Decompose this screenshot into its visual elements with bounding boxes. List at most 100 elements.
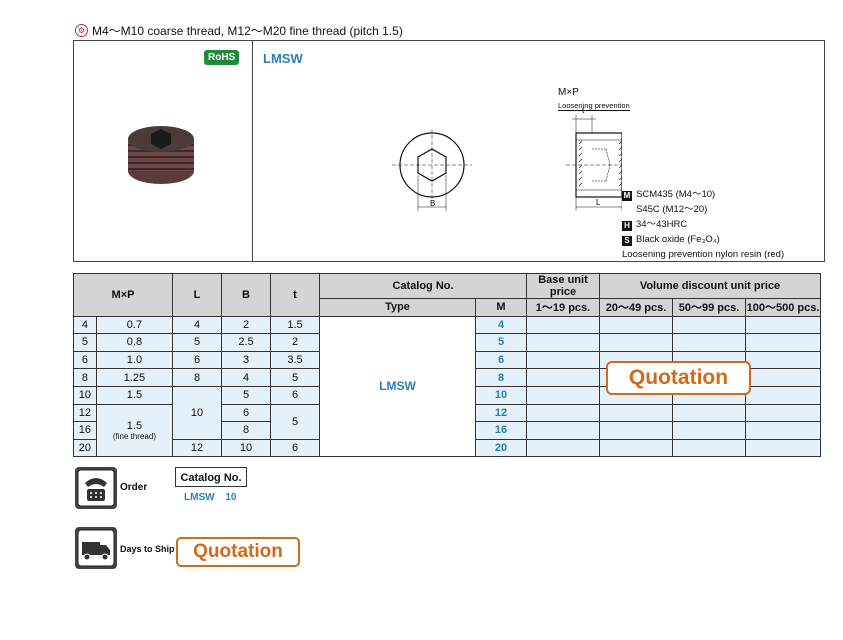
th-mxp: M×P xyxy=(73,273,173,317)
cell-b: 8 xyxy=(221,421,271,440)
spec-hardness: H 34～43HRC xyxy=(622,217,784,232)
cell-p: 0.8 xyxy=(95,333,174,352)
cell-t: 6 xyxy=(270,385,320,405)
cell-m-link[interactable]: 6 xyxy=(475,350,527,370)
cell-price xyxy=(672,438,746,458)
order-label: Order xyxy=(120,482,148,493)
spec-list: M SCM435 (M4～10) S45C (M12～20) H 34～43HRC … xyxy=(622,187,784,262)
spec-material-2: S45C (M12～20) xyxy=(622,202,784,217)
cell-type: LMSW xyxy=(319,315,476,458)
cell-t: 6 xyxy=(270,438,320,458)
cell-price xyxy=(745,368,821,387)
cell-m-link[interactable]: 4 xyxy=(475,315,527,335)
cell-t: 5 xyxy=(270,368,320,387)
days-to-ship-label: Days to Ship xyxy=(120,544,175,554)
th-base-sub: 1～19 pcs. xyxy=(526,298,600,317)
spec-key-m: M xyxy=(622,191,632,201)
spec-text: SCM435 (M4～10) xyxy=(636,189,716,200)
cell-m-link[interactable]: 10 xyxy=(475,385,527,405)
cell-b: 10 xyxy=(221,438,271,458)
th-type: Type xyxy=(319,298,476,317)
cell-m-link[interactable]: 16 xyxy=(475,421,527,440)
spec-text: Loosening prevention nylon resin (red) xyxy=(622,249,785,260)
cell-l: 4 xyxy=(172,315,222,335)
cell-l: 8 xyxy=(172,368,222,387)
cell-price xyxy=(745,421,821,440)
truck-icon xyxy=(75,527,117,569)
cell-l: 12 xyxy=(172,438,222,458)
spec-text: 34～43HRC xyxy=(636,219,688,230)
cell-price xyxy=(745,350,821,370)
th-b: B xyxy=(221,273,271,317)
cell-price xyxy=(599,333,673,352)
dim-b: B xyxy=(430,199,435,208)
cell-t: 5 xyxy=(270,403,320,440)
cell-l: 5 xyxy=(172,333,222,352)
cell-p: 1.5 xyxy=(95,385,174,405)
cell-price xyxy=(526,403,600,423)
cell-m: 12 xyxy=(73,403,97,423)
cell-m: 5 xyxy=(73,333,97,352)
cell-price xyxy=(599,421,673,440)
th-v2: 50～99 pcs. xyxy=(672,298,746,317)
dim-l: L xyxy=(596,198,601,207)
cell-price xyxy=(526,438,600,458)
spec-text: Black oxide (Fe₃O₄) xyxy=(636,234,720,245)
product-title: LMSW xyxy=(263,51,303,66)
rohs-badge: RoHS xyxy=(204,50,240,65)
cell-b: 2.5 xyxy=(221,333,271,352)
ship-quotation-button[interactable]: Quotation xyxy=(176,537,300,567)
th-t: t xyxy=(270,273,320,317)
header-note: ⚙ M4～M10 coarse thread, M12～M20 fine thr… xyxy=(75,22,403,39)
cell-b: 6 xyxy=(221,403,271,423)
cell-price xyxy=(672,333,746,352)
cell-price xyxy=(672,421,746,440)
cell-m-link[interactable]: 8 xyxy=(475,368,527,387)
cell-price xyxy=(745,385,821,405)
cell-price xyxy=(599,403,673,423)
spec-resin: Loosening prevention nylon resin (red) xyxy=(622,247,784,262)
cell-m: 16 xyxy=(73,421,97,440)
cell-m-link[interactable]: 20 xyxy=(475,438,527,458)
cell-t: 2 xyxy=(270,333,320,352)
spec-material-1: M SCM435 (M4～10) xyxy=(622,187,784,202)
cell-b: 3 xyxy=(221,350,271,370)
spec-key-s: S xyxy=(622,236,632,246)
th-m: M xyxy=(475,298,527,317)
cell-b: 2 xyxy=(221,315,271,335)
cell-p: 1.0 xyxy=(95,350,174,370)
cell-price xyxy=(526,368,600,387)
dim-mxp: M×P xyxy=(558,87,579,98)
cell-price xyxy=(672,315,746,335)
plug-image xyxy=(128,126,194,184)
header-text: M4～M10 coarse thread, M12～M20 fine threa… xyxy=(92,24,403,38)
cell-m: 8 xyxy=(73,368,97,387)
cell-price xyxy=(745,438,821,458)
cell-price xyxy=(745,315,821,335)
cell-price xyxy=(526,385,600,405)
cell-m-link[interactable]: 12 xyxy=(475,403,527,423)
th-v1: 20～49 pcs. xyxy=(599,298,673,317)
cell-m-link[interactable]: 5 xyxy=(475,333,527,352)
order-type: LMSW xyxy=(184,492,215,503)
quotation-button[interactable]: Quotation xyxy=(606,361,751,395)
loosening-label: Loosening prevention xyxy=(558,101,630,111)
cell-l: 10 xyxy=(172,385,222,440)
order-catalog-header: Catalog No. xyxy=(175,467,247,487)
table-row: 4 0.7 4 2 1.5 LMSW 4 xyxy=(73,315,821,458)
th-v3: 100～500 pcs. xyxy=(745,298,821,317)
product-photo: RoHS xyxy=(74,41,253,261)
cell-b: 4 xyxy=(221,368,271,387)
phone-order-icon xyxy=(75,467,117,509)
order-catalog-value: LMSW 10 xyxy=(184,492,236,503)
th-volume: Volume discount unit price xyxy=(599,273,821,299)
cell-t: 1.5 xyxy=(270,315,320,335)
product-box: RoHS LMSW B L t M×P Loosening prevention… xyxy=(73,40,825,262)
th-base: Base unit price xyxy=(526,273,600,299)
spec-surface: S Black oxide (Fe₃O₄) xyxy=(622,232,784,247)
cell-p: 0.7 xyxy=(95,315,174,335)
cell-p: 1.25 xyxy=(95,368,174,387)
cell-price xyxy=(526,421,600,440)
cell-price xyxy=(745,333,821,352)
cell-m: 4 xyxy=(73,315,97,335)
